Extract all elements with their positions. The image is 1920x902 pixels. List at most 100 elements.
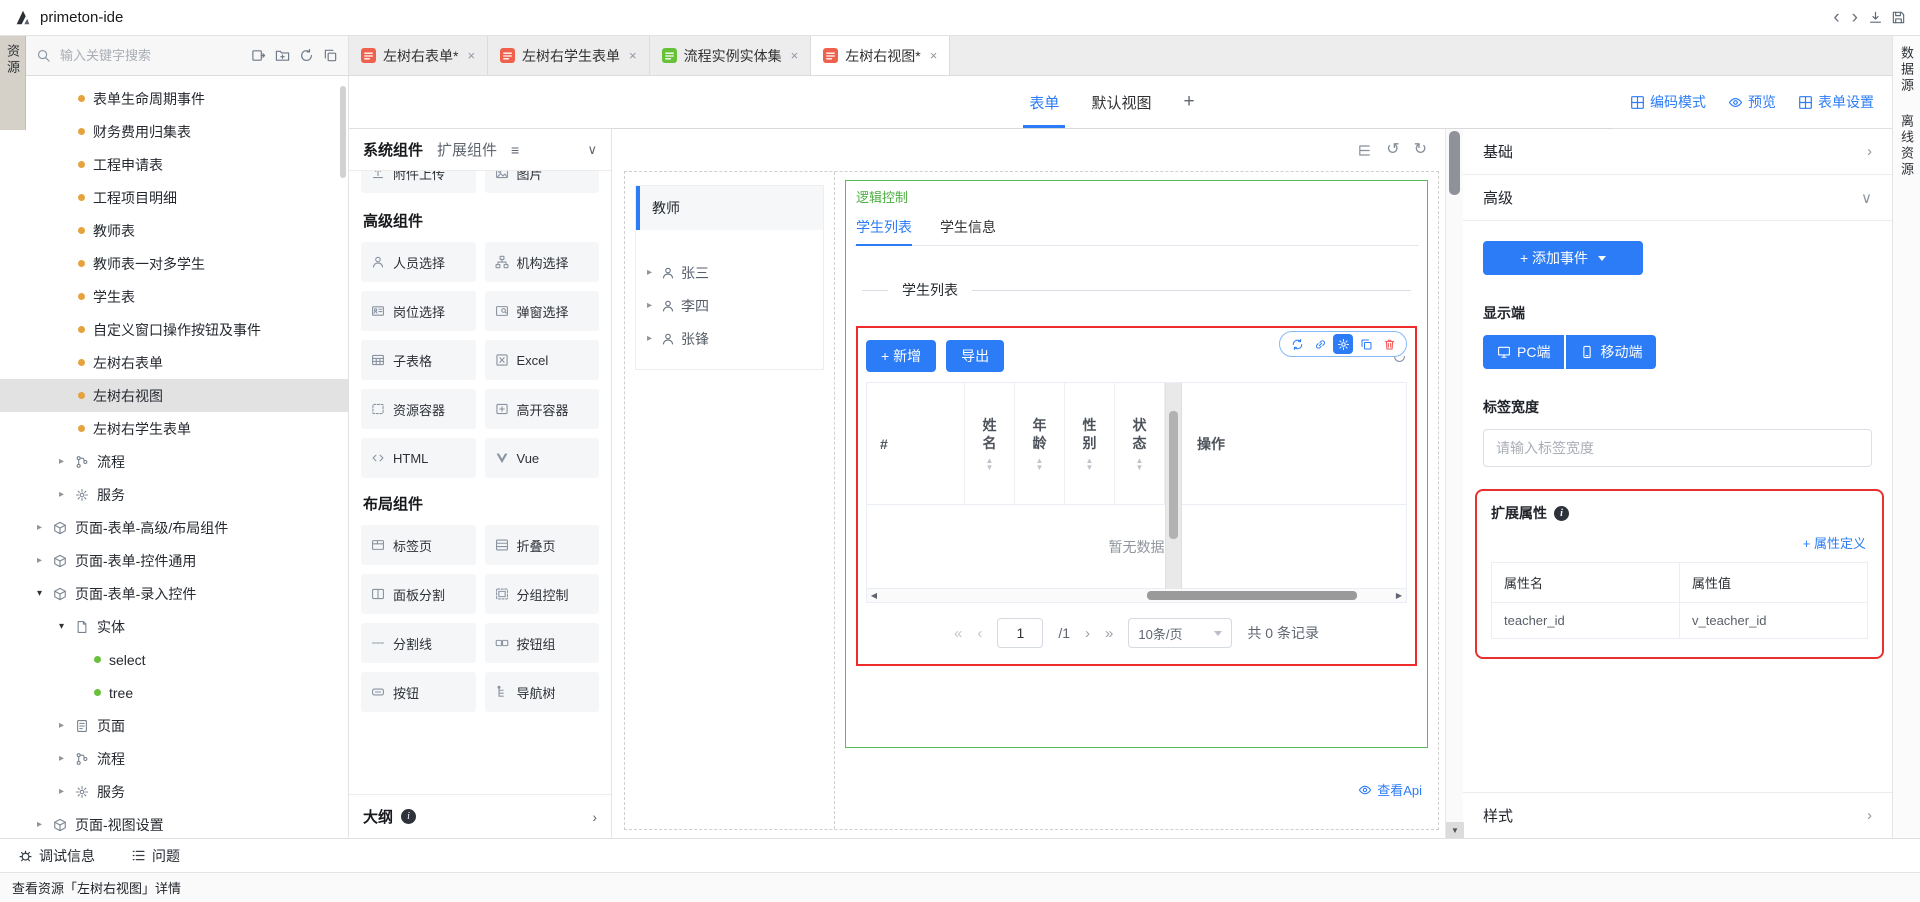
doc-tab[interactable]: 流程实例实体集 × xyxy=(650,36,812,75)
search-input[interactable] xyxy=(60,48,242,63)
palette-item[interactable]: 图片 xyxy=(485,171,600,193)
tree-scrollbar[interactable] xyxy=(340,86,346,178)
logic-control-container[interactable]: 逻辑控制 学生列表 学生信息 学生列表 xyxy=(845,180,1428,748)
tab-system-components[interactable]: 系统组件 xyxy=(363,139,423,160)
last-page-button[interactable]: » xyxy=(1105,626,1113,641)
palette-item[interactable]: 导航树 xyxy=(485,672,600,712)
doc-tab[interactable]: 左树右学生表单 × xyxy=(488,36,650,75)
tab-extension-components[interactable]: 扩展组件 xyxy=(437,139,497,160)
sort-carets-icon[interactable]: ▲▼ xyxy=(986,457,994,471)
copy-icon[interactable] xyxy=(1356,334,1376,354)
redo-icon[interactable]: ↻ xyxy=(1414,142,1427,158)
palette-item[interactable]: 折叠页 xyxy=(485,525,600,565)
chevron-right-icon[interactable]: ▸ xyxy=(56,456,67,467)
download-icon[interactable] xyxy=(1868,10,1883,25)
close-icon[interactable]: × xyxy=(629,48,637,63)
trash-icon[interactable] xyxy=(1379,334,1399,354)
tree-item[interactable]: ▸页面 xyxy=(0,709,348,742)
save-icon[interactable] xyxy=(1891,10,1906,25)
palette-item[interactable]: 人员选择 xyxy=(361,242,476,282)
tree-item[interactable]: ▸流程 xyxy=(0,742,348,775)
table-row[interactable]: teacher_id v_teacher_id xyxy=(1492,603,1867,639)
column-header[interactable]: # xyxy=(867,383,965,505)
sort-carets-icon[interactable]: ▲▼ xyxy=(1036,457,1044,471)
next-page-button[interactable]: › xyxy=(1085,626,1090,641)
tree-item[interactable]: ▸页面-视图设置 xyxy=(0,808,348,838)
section-basic[interactable]: 基础 › xyxy=(1463,129,1892,175)
debug-info-tab[interactable]: 调试信息 xyxy=(18,846,95,866)
palette-item[interactable]: 附件上传 xyxy=(361,171,476,193)
teacher-tree-item[interactable]: ▸张三 xyxy=(636,256,823,289)
doc-tab-active[interactable]: 左树右视图* × xyxy=(811,36,950,75)
scroll-down-icon[interactable]: ▼ xyxy=(1446,822,1464,838)
tree-item[interactable]: 工程申请表 xyxy=(0,148,348,181)
tree-item[interactable]: 财务费用归集表 xyxy=(0,115,348,148)
tree-item[interactable]: 左树右学生表单 xyxy=(0,412,348,445)
chevron-down-icon[interactable]: ▾ xyxy=(34,588,45,599)
sync-icon[interactable] xyxy=(1287,334,1307,354)
problems-tab[interactable]: 问题 xyxy=(131,846,180,866)
mobile-button[interactable]: 移动端 xyxy=(1566,335,1656,369)
tab-student-info[interactable]: 学生信息 xyxy=(940,208,996,245)
palette-item[interactable]: 按钮组 xyxy=(485,623,600,663)
view-api-link[interactable]: 查看Api xyxy=(851,780,1422,799)
tree-item[interactable]: ▸服务 xyxy=(0,775,348,808)
sort-carets-icon[interactable]: ▲▼ xyxy=(1086,457,1094,471)
tree-item[interactable]: ▸页面-表单-高级/布局组件 xyxy=(0,511,348,544)
datasource-rail-tab[interactable]: 数据源 xyxy=(1897,46,1916,94)
first-page-button[interactable]: « xyxy=(954,626,962,641)
chevron-right-icon[interactable]: ▸ xyxy=(644,300,655,311)
page-size-select[interactable]: 10条/页 xyxy=(1128,618,1232,648)
tree-item[interactable]: 左树右表单 xyxy=(0,346,348,379)
gear-icon[interactable] xyxy=(1333,334,1353,354)
collapse-palette-icon[interactable]: ∨ xyxy=(587,142,597,158)
column-header-sortable[interactable]: 状态▲▼ xyxy=(1115,383,1165,505)
doc-tab[interactable]: 左树右表单* × xyxy=(349,36,488,75)
column-header-sortable[interactable]: 姓名▲▼ xyxy=(965,383,1015,505)
tree-item[interactable]: ▸页面-表单-控件通用 xyxy=(0,544,348,577)
grid-horizontal-scrollbar[interactable]: ◀ ▶ xyxy=(867,589,1406,602)
palette-item[interactable]: 子表格 xyxy=(361,340,476,380)
tab-default-view[interactable]: 默认视图 xyxy=(1091,76,1151,128)
chevron-right-icon[interactable]: ▸ xyxy=(56,489,67,500)
resource-rail-tab[interactable]: 资源 xyxy=(0,36,26,130)
outline-bar[interactable]: 大纲 i › xyxy=(349,794,611,838)
tree-item[interactable]: 教师表 xyxy=(0,214,348,247)
chevron-right-icon[interactable]: ▸ xyxy=(56,720,67,731)
tree-item[interactable]: 自定义窗口操作按钮及事件 xyxy=(0,313,348,346)
palette-item[interactable]: 按钮 xyxy=(361,672,476,712)
palette-item[interactable]: HTML xyxy=(361,438,476,478)
add-property-link[interactable]: + 属性定义 xyxy=(1491,533,1866,552)
palette-item[interactable]: 高开容器 xyxy=(485,389,600,429)
tree-item[interactable]: 表单生命周期事件 xyxy=(0,82,348,115)
palette-item[interactable]: 岗位选择 xyxy=(361,291,476,331)
export-button[interactable]: 导出 xyxy=(946,340,1004,372)
chevron-right-icon[interactable]: › xyxy=(592,809,597,825)
close-icon[interactable]: × xyxy=(930,48,938,63)
scroll-thumb[interactable] xyxy=(1449,131,1460,195)
chevron-right-icon[interactable]: ▸ xyxy=(56,786,67,797)
form-settings-button[interactable]: 表单设置 xyxy=(1798,92,1874,112)
palette-item[interactable]: 弹窗选择 xyxy=(485,291,600,331)
palette-item[interactable]: Excel xyxy=(485,340,600,380)
tree-item[interactable]: ▸流程 xyxy=(0,445,348,478)
section-advanced[interactable]: 高级 ∨ xyxy=(1463,175,1892,221)
add-view-button[interactable]: + xyxy=(1183,91,1194,113)
page-number-input[interactable] xyxy=(997,618,1043,648)
tab-student-list[interactable]: 学生列表 xyxy=(856,208,912,245)
column-header-sortable[interactable]: 性别▲▼ xyxy=(1065,383,1115,505)
tree-item[interactable]: select xyxy=(0,643,348,676)
copy-icon[interactable] xyxy=(323,48,338,63)
forward-icon[interactable]: › xyxy=(1850,8,1860,27)
chevron-right-icon[interactable]: ▸ xyxy=(644,333,655,344)
folder-plus-icon[interactable] xyxy=(275,48,290,63)
section-style[interactable]: 样式 › xyxy=(1463,792,1892,838)
chevron-down-icon[interactable]: ▾ xyxy=(56,621,67,632)
close-icon[interactable]: × xyxy=(791,48,799,63)
scroll-left-icon[interactable]: ◀ xyxy=(867,589,881,602)
palette-item[interactable]: 资源容器 xyxy=(361,389,476,429)
tab-form[interactable]: 表单 xyxy=(1029,76,1059,128)
scroll-thumb[interactable] xyxy=(1147,591,1357,600)
menu-icon[interactable]: ≡ xyxy=(511,142,519,158)
palette-item[interactable]: 标签页 xyxy=(361,525,476,565)
